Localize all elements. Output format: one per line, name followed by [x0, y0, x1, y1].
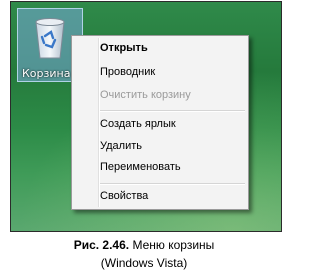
menu-item-properties[interactable]: Свойства	[100, 190, 148, 202]
menu-item-empty-bin[interactable]: Очистить корзину	[100, 89, 191, 101]
menu-item-rename[interactable]: Переименовать	[100, 161, 181, 173]
figure-number: Рис. 2.46.	[73, 238, 130, 252]
menu-item-open[interactable]: Открыть	[100, 42, 148, 54]
menu-separator	[100, 183, 245, 185]
figure-caption: Рис. 2.46. Меню корзины	[0, 238, 288, 252]
menu-separator	[100, 110, 245, 112]
screenshot-frame: Корзина Открыть Проводник Очистить корзи…	[10, 1, 282, 232]
figure-caption-line2: (Windows Vista)	[100, 256, 188, 270]
menu-item-create-shortcut[interactable]: Создать ярлык	[100, 118, 176, 130]
figure-title: Меню корзины	[132, 238, 215, 252]
menu-item-explorer[interactable]: Проводник	[100, 66, 155, 78]
recycle-bin-label: Корзина	[22, 67, 71, 80]
context-menu: Открыть Проводник Очистить корзину Созда…	[71, 35, 249, 210]
recycle-bin-icon	[35, 18, 65, 59]
menu-item-delete[interactable]: Удалить	[100, 140, 142, 152]
